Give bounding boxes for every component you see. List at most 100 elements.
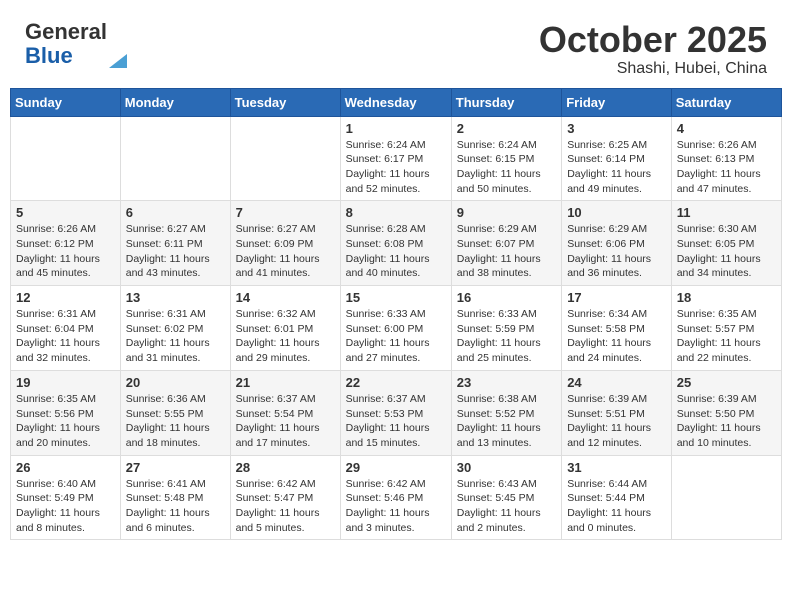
daylight-text: Daylight: 11 hours and 47 minutes. [677,167,776,196]
sunrise-text: Sunrise: 6:35 AM [677,307,776,322]
daylight-text: Daylight: 11 hours and 0 minutes. [567,506,666,535]
day-number: 11 [677,205,776,220]
daylight-text: Daylight: 11 hours and 32 minutes. [16,336,115,365]
day-info: Sunrise: 6:31 AMSunset: 6:02 PMDaylight:… [126,307,225,366]
sunset-text: Sunset: 6:14 PM [567,152,666,167]
calendar-cell: 26Sunrise: 6:40 AMSunset: 5:49 PMDayligh… [11,455,121,540]
day-info: Sunrise: 6:29 AMSunset: 6:07 PMDaylight:… [457,222,556,281]
calendar-cell: 16Sunrise: 6:33 AMSunset: 5:59 PMDayligh… [451,286,561,371]
sunrise-text: Sunrise: 6:28 AM [346,222,446,237]
daylight-text: Daylight: 11 hours and 17 minutes. [236,421,335,450]
sunrise-text: Sunrise: 6:26 AM [677,138,776,153]
daylight-text: Daylight: 11 hours and 45 minutes. [16,252,115,281]
sunrise-text: Sunrise: 6:30 AM [677,222,776,237]
calendar-cell: 20 Sunrise: 6:36 AMSunset: 5:55 PMDayligh… [120,370,230,455]
daylight-text: Daylight: 11 hours and 24 minutes. [567,336,666,365]
day-info: Sunrise: 6:33 AMSunset: 6:00 PMDaylight:… [346,307,446,366]
calendar-cell: 23Sunrise: 6:38 AMSunset: 5:52 PMDayligh… [451,370,561,455]
sunset-text: Sunset: 5:45 PM [457,491,556,506]
day-number: 20 [126,375,225,390]
sunset-text: Sunset: 6:00 PM [346,322,446,337]
sunrise-text: Sunrise: 6:39 AM [677,392,776,407]
daylight-text: Daylight: 11 hours and 2 minutes. [457,506,556,535]
daylight-text: Daylight: 11 hours and 29 minutes. [236,336,335,365]
calendar-cell: 2Sunrise: 6:24 AMSunset: 6:15 PMDaylight… [451,116,561,201]
calendar-cell: 5Sunrise: 6:26 AMSunset: 6:12 PMDaylight… [11,201,121,286]
calendar-cell: 31Sunrise: 6:44 AMSunset: 5:44 PMDayligh… [562,455,672,540]
logo-blue: Blue [25,43,73,68]
day-number: 18 [677,290,776,305]
calendar-cell: 12Sunrise: 6:31 AMSunset: 6:04 PMDayligh… [11,286,121,371]
logo: General Blue [25,20,127,68]
daylight-text: Daylight: 11 hours and 50 minutes. [457,167,556,196]
calendar-cell: 9Sunrise: 6:29 AMSunset: 6:07 PMDaylight… [451,201,561,286]
sunrise-text: Sunrise: 6:42 AM [346,477,446,492]
daylight-text: Daylight: 11 hours and 43 minutes. [126,252,225,281]
sunrise-text: Sunrise: 6:43 AM [457,477,556,492]
sunset-text: Sunset: 6:17 PM [346,152,446,167]
calendar-cell: 7Sunrise: 6:27 AMSunset: 6:09 PMDaylight… [230,201,340,286]
header-wednesday: Wednesday [340,88,451,116]
sunrise-text: Sunrise: 6:32 AM [236,307,335,322]
day-number: 13 [126,290,225,305]
calendar-cell [230,116,340,201]
sunrise-text: Sunrise: 6:33 AM [457,307,556,322]
day-number: 21 [236,375,335,390]
day-info: Sunrise: 6:31 AMSunset: 6:04 PMDaylight:… [16,307,115,366]
calendar-header-row: SundayMondayTuesdayWednesdayThursdayFrid… [11,88,782,116]
day-number: 31 [567,460,666,475]
day-number: 28 [236,460,335,475]
day-number: 1 [346,121,446,136]
day-info: Sunrise: 6:35 AMSunset: 5:57 PMDaylight:… [677,307,776,366]
day-number: 10 [567,205,666,220]
sunrise-text: Sunrise: 6:25 AM [567,138,666,153]
sunset-text: Sunset: 5:55 PM [126,407,225,422]
sunrise-text: Sunrise: 6:27 AM [126,222,225,237]
calendar-cell: 15 Sunrise: 6:33 AMSunset: 6:00 PMDayligh… [340,286,451,371]
day-number: 5 [16,205,115,220]
daylight-text: Daylight: 11 hours and 5 minutes. [236,506,335,535]
logo-text: General Blue [25,20,107,68]
header-friday: Friday [562,88,672,116]
sunrise-text: Sunrise: 6:35 AM [16,392,115,407]
day-number: 24 [567,375,666,390]
daylight-text: Daylight: 11 hours and 36 minutes. [567,252,666,281]
day-number: 3 [567,121,666,136]
daylight-text: Daylight: 11 hours and 38 minutes. [457,252,556,281]
calendar-cell: 29Sunrise: 6:42 AMSunset: 5:46 PMDayligh… [340,455,451,540]
calendar-week-row: 1Sunrise: 6:24 AMSunset: 6:17 PMDaylight… [11,116,782,201]
day-info: Sunrise: 6:35 AMSunset: 5:56 PMDaylight:… [16,392,115,451]
sunrise-text: Sunrise: 6:24 AM [457,138,556,153]
sunrise-text: Sunrise: 6:37 AM [346,392,446,407]
sunrise-text: Sunrise: 6:34 AM [567,307,666,322]
day-number: 14 [236,290,335,305]
calendar-cell: 14 Sunrise: 6:32 AMSunset: 6:01 PMDayligh… [230,286,340,371]
sunrise-text: Sunrise: 6:37 AM [236,392,335,407]
logo-general: General [25,19,107,44]
day-number: 23 [457,375,556,390]
sunset-text: Sunset: 5:58 PM [567,322,666,337]
day-info: Sunrise: 6:42 AMSunset: 5:46 PMDaylight:… [346,477,446,536]
sunrise-text: Sunrise: 6:33 AM [346,307,446,322]
day-info: Sunrise: 6:36 AMSunset: 5:55 PMDaylight:… [126,392,225,451]
daylight-text: Daylight: 11 hours and 20 minutes. [16,421,115,450]
daylight-text: Daylight: 11 hours and 52 minutes. [346,167,446,196]
sunset-text: Sunset: 6:11 PM [126,237,225,252]
sunset-text: Sunset: 6:06 PM [567,237,666,252]
day-number: 22 [346,375,446,390]
sunrise-text: Sunrise: 6:44 AM [567,477,666,492]
sunset-text: Sunset: 5:57 PM [677,322,776,337]
calendar-week-row: 12Sunrise: 6:31 AMSunset: 6:04 PMDayligh… [11,286,782,371]
sunset-text: Sunset: 6:01 PM [236,322,335,337]
daylight-text: Daylight: 11 hours and 3 minutes. [346,506,446,535]
day-info: Sunrise: 6:34 AMSunset: 5:58 PMDaylight:… [567,307,666,366]
daylight-text: Daylight: 11 hours and 22 minutes. [677,336,776,365]
day-info: Sunrise: 6:25 AMSunset: 6:14 PMDaylight:… [567,138,666,197]
day-info: Sunrise: 6:24 AMSunset: 6:15 PMDaylight:… [457,138,556,197]
day-number: 15 [346,290,446,305]
calendar-cell: 10Sunrise: 6:29 AMSunset: 6:06 PMDayligh… [562,201,672,286]
day-number: 17 [567,290,666,305]
calendar-cell [120,116,230,201]
day-info: Sunrise: 6:39 AMSunset: 5:51 PMDaylight:… [567,392,666,451]
location-title: Shashi, Hubei, China [539,60,767,78]
